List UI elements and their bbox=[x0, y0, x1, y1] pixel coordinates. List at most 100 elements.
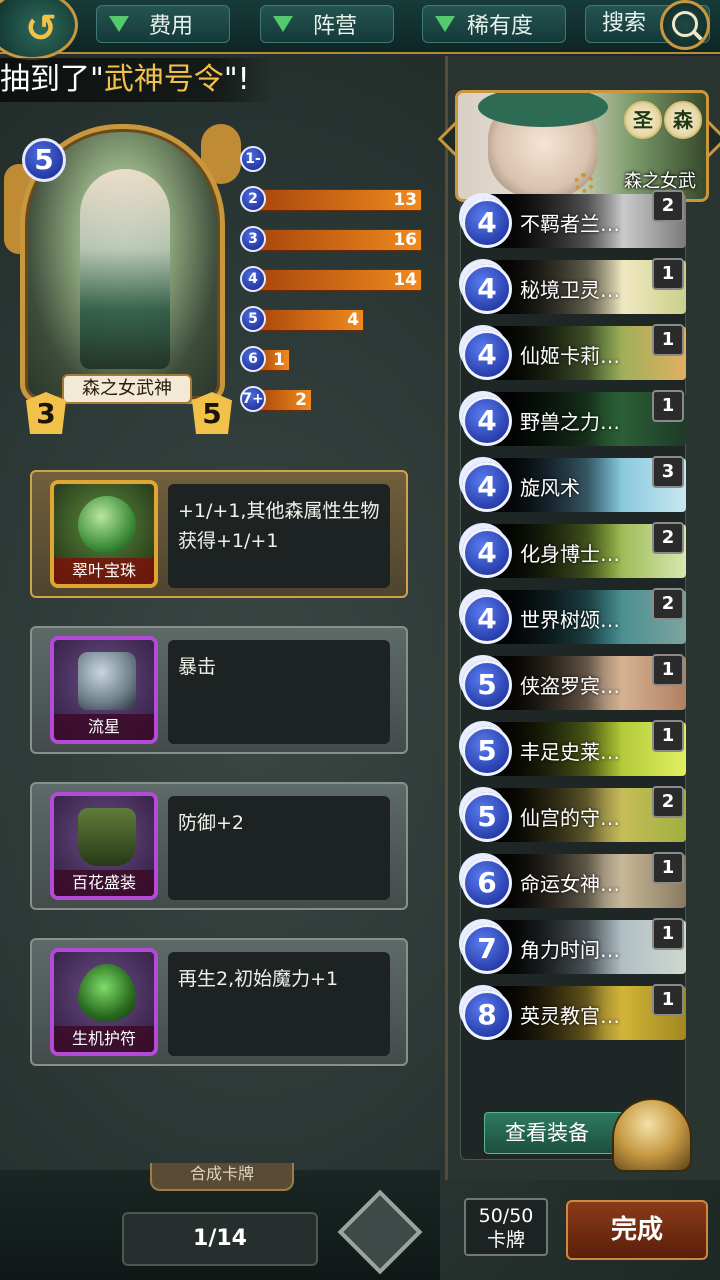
page-indicator: 1/14 bbox=[122, 1212, 318, 1266]
card-cost-gem: 4 bbox=[462, 330, 512, 380]
card-count: 1 bbox=[652, 390, 684, 422]
deck-card[interactable]: 1 4 秘境卫灵… bbox=[462, 258, 688, 318]
curve-value: 14 bbox=[393, 270, 417, 290]
card-count: 1 bbox=[652, 984, 684, 1016]
hero-figure bbox=[80, 169, 170, 369]
deck-card[interactable]: 2 4 不羁者兰… bbox=[462, 190, 688, 252]
cost-gem: 5 bbox=[240, 306, 266, 332]
equipment-slot[interactable]: 流星 暴击 bbox=[30, 626, 408, 754]
deck-count-label: 卡牌 bbox=[486, 1229, 525, 1251]
magnifier-icon[interactable] bbox=[660, 0, 710, 50]
faction-badge: 圣 bbox=[624, 101, 662, 139]
card-name: 秘境卫灵… bbox=[520, 278, 620, 302]
equipment-description: 暴击 bbox=[168, 640, 390, 744]
top-bar: ↺ 费用 阵营 稀有度 搜索 bbox=[0, 0, 720, 60]
helmet-icon[interactable] bbox=[612, 1098, 692, 1172]
dropdown-triangle-icon bbox=[273, 16, 293, 32]
curve-bar: 13 bbox=[256, 189, 422, 211]
done-button[interactable]: 完成 bbox=[566, 1200, 708, 1260]
card-cost-gem: 5 bbox=[462, 792, 512, 842]
cost-gem: 3 bbox=[240, 226, 266, 252]
hero-cost-gem: 5 bbox=[22, 138, 66, 182]
card-cost-gem: 4 bbox=[462, 198, 512, 248]
card-cost-gem: 4 bbox=[462, 528, 512, 578]
equipment-icon: 生机护符 bbox=[50, 948, 158, 1056]
curve-row: 1- bbox=[240, 146, 430, 172]
equipment-slot[interactable]: 生机护符 再生2,初始魔力+1 bbox=[30, 938, 408, 1066]
curve-value: 4 bbox=[347, 310, 359, 330]
cost-gem: 6 bbox=[240, 346, 266, 372]
back-arrow-icon: ↺ bbox=[25, 6, 57, 50]
card-name: 仙姬卡莉… bbox=[520, 344, 620, 368]
curve-bar: 4 bbox=[256, 309, 364, 331]
equipment-name: 翠叶宝珠 bbox=[54, 558, 154, 584]
deck-count-value: 50/50 bbox=[478, 1205, 534, 1227]
deck-card[interactable]: 2 4 化身博士… bbox=[462, 522, 688, 582]
gear-icon bbox=[574, 173, 594, 193]
card-cost-gem: 5 bbox=[462, 660, 512, 710]
faction-badge: 森 bbox=[664, 101, 702, 139]
card-count: 1 bbox=[652, 918, 684, 950]
curve-row: 4 5 bbox=[240, 306, 430, 332]
card-count: 1 bbox=[652, 654, 684, 686]
filter-faction[interactable]: 阵营 bbox=[260, 5, 394, 43]
cost-gem: 7+ bbox=[240, 386, 266, 412]
compose-card-tab[interactable]: 合成卡牌 bbox=[150, 1163, 294, 1191]
amulet-icon bbox=[78, 964, 136, 1022]
deck-card[interactable]: 2 4 世界树颂… bbox=[462, 588, 688, 648]
curve-value: 13 bbox=[393, 190, 417, 210]
equipment-description: 防御+2 bbox=[168, 796, 390, 900]
draw-banner: 抽到了"武神号令"! bbox=[0, 58, 274, 102]
card-name: 命运女神… bbox=[520, 872, 620, 896]
card-cost-gem: 8 bbox=[462, 990, 512, 1040]
deck-card[interactable]: 1 4 野兽之力… bbox=[462, 390, 688, 450]
deck-card[interactable]: 1 7 角力时间… bbox=[462, 918, 688, 978]
back-button[interactable]: ↺ bbox=[0, 0, 78, 60]
curve-row: 14 4 bbox=[240, 266, 430, 292]
card-cost-gem: 6 bbox=[462, 858, 512, 908]
filter-cost[interactable]: 费用 bbox=[96, 5, 230, 43]
deck-hero-portrait: 圣 森 森之女武 bbox=[455, 90, 709, 202]
curve-bar: 16 bbox=[256, 229, 422, 251]
card-cost-gem: 5 bbox=[462, 726, 512, 776]
flail-icon bbox=[78, 652, 136, 710]
card-count: 2 bbox=[652, 786, 684, 818]
curve-row: 16 3 bbox=[240, 226, 430, 252]
filter-rarity[interactable]: 稀有度 bbox=[422, 5, 566, 43]
equipment-icon: 流星 bbox=[50, 636, 158, 744]
curve-value: 16 bbox=[393, 230, 417, 250]
card-name: 化身博士… bbox=[520, 542, 620, 566]
deck-count: 50/50 卡牌 bbox=[464, 1198, 548, 1256]
card-count: 2 bbox=[652, 522, 684, 554]
equipment-slot[interactable]: 百花盛装 防御+2 bbox=[30, 782, 408, 910]
card-count: 2 bbox=[652, 190, 684, 222]
curve-row: 13 2 bbox=[240, 186, 430, 212]
card-name: 世界树颂… bbox=[520, 608, 620, 632]
filter-cost-label: 费用 bbox=[149, 14, 194, 39]
card-count: 1 bbox=[652, 852, 684, 884]
card-name: 侠盗罗宾… bbox=[520, 674, 620, 698]
hero-attack: 3 bbox=[26, 392, 66, 434]
equipment-description: +1/+1,其他森属性生物获得+1/+1 bbox=[168, 484, 390, 588]
banner-prefix: 抽到了" bbox=[0, 62, 104, 97]
curve-row: 2 7+ bbox=[240, 386, 430, 412]
card-cost-gem: 4 bbox=[462, 264, 512, 314]
curve-row: 1 6 bbox=[240, 346, 430, 372]
search-label: 搜索 bbox=[602, 11, 647, 36]
deck-card[interactable]: 1 5 侠盗罗宾… bbox=[462, 654, 688, 714]
equipment-name: 百花盛装 bbox=[54, 870, 154, 896]
deck-card[interactable]: 2 5 仙宫的守… bbox=[462, 786, 688, 846]
filter-faction-label: 阵营 bbox=[313, 14, 358, 39]
equipment-slot[interactable]: 翠叶宝珠 +1/+1,其他森属性生物获得+1/+1 bbox=[30, 470, 408, 598]
card-cost-gem: 4 bbox=[462, 396, 512, 446]
deck-card[interactable]: 1 8 英灵教官… bbox=[462, 984, 688, 1044]
equipment-icon: 翠叶宝珠 bbox=[50, 480, 158, 588]
card-cost-gem: 4 bbox=[462, 462, 512, 512]
deck-card[interactable]: 1 4 仙姬卡莉… bbox=[462, 324, 688, 384]
deck-card[interactable]: 1 5 丰足史莱… bbox=[462, 720, 688, 780]
card-count: 1 bbox=[652, 324, 684, 356]
deck-card[interactable]: 3 4 旋风术 bbox=[462, 456, 688, 516]
deck-card[interactable]: 1 6 命运女神… bbox=[462, 852, 688, 912]
curve-value: 1 bbox=[273, 350, 285, 370]
curve-bar: 14 bbox=[256, 269, 422, 291]
